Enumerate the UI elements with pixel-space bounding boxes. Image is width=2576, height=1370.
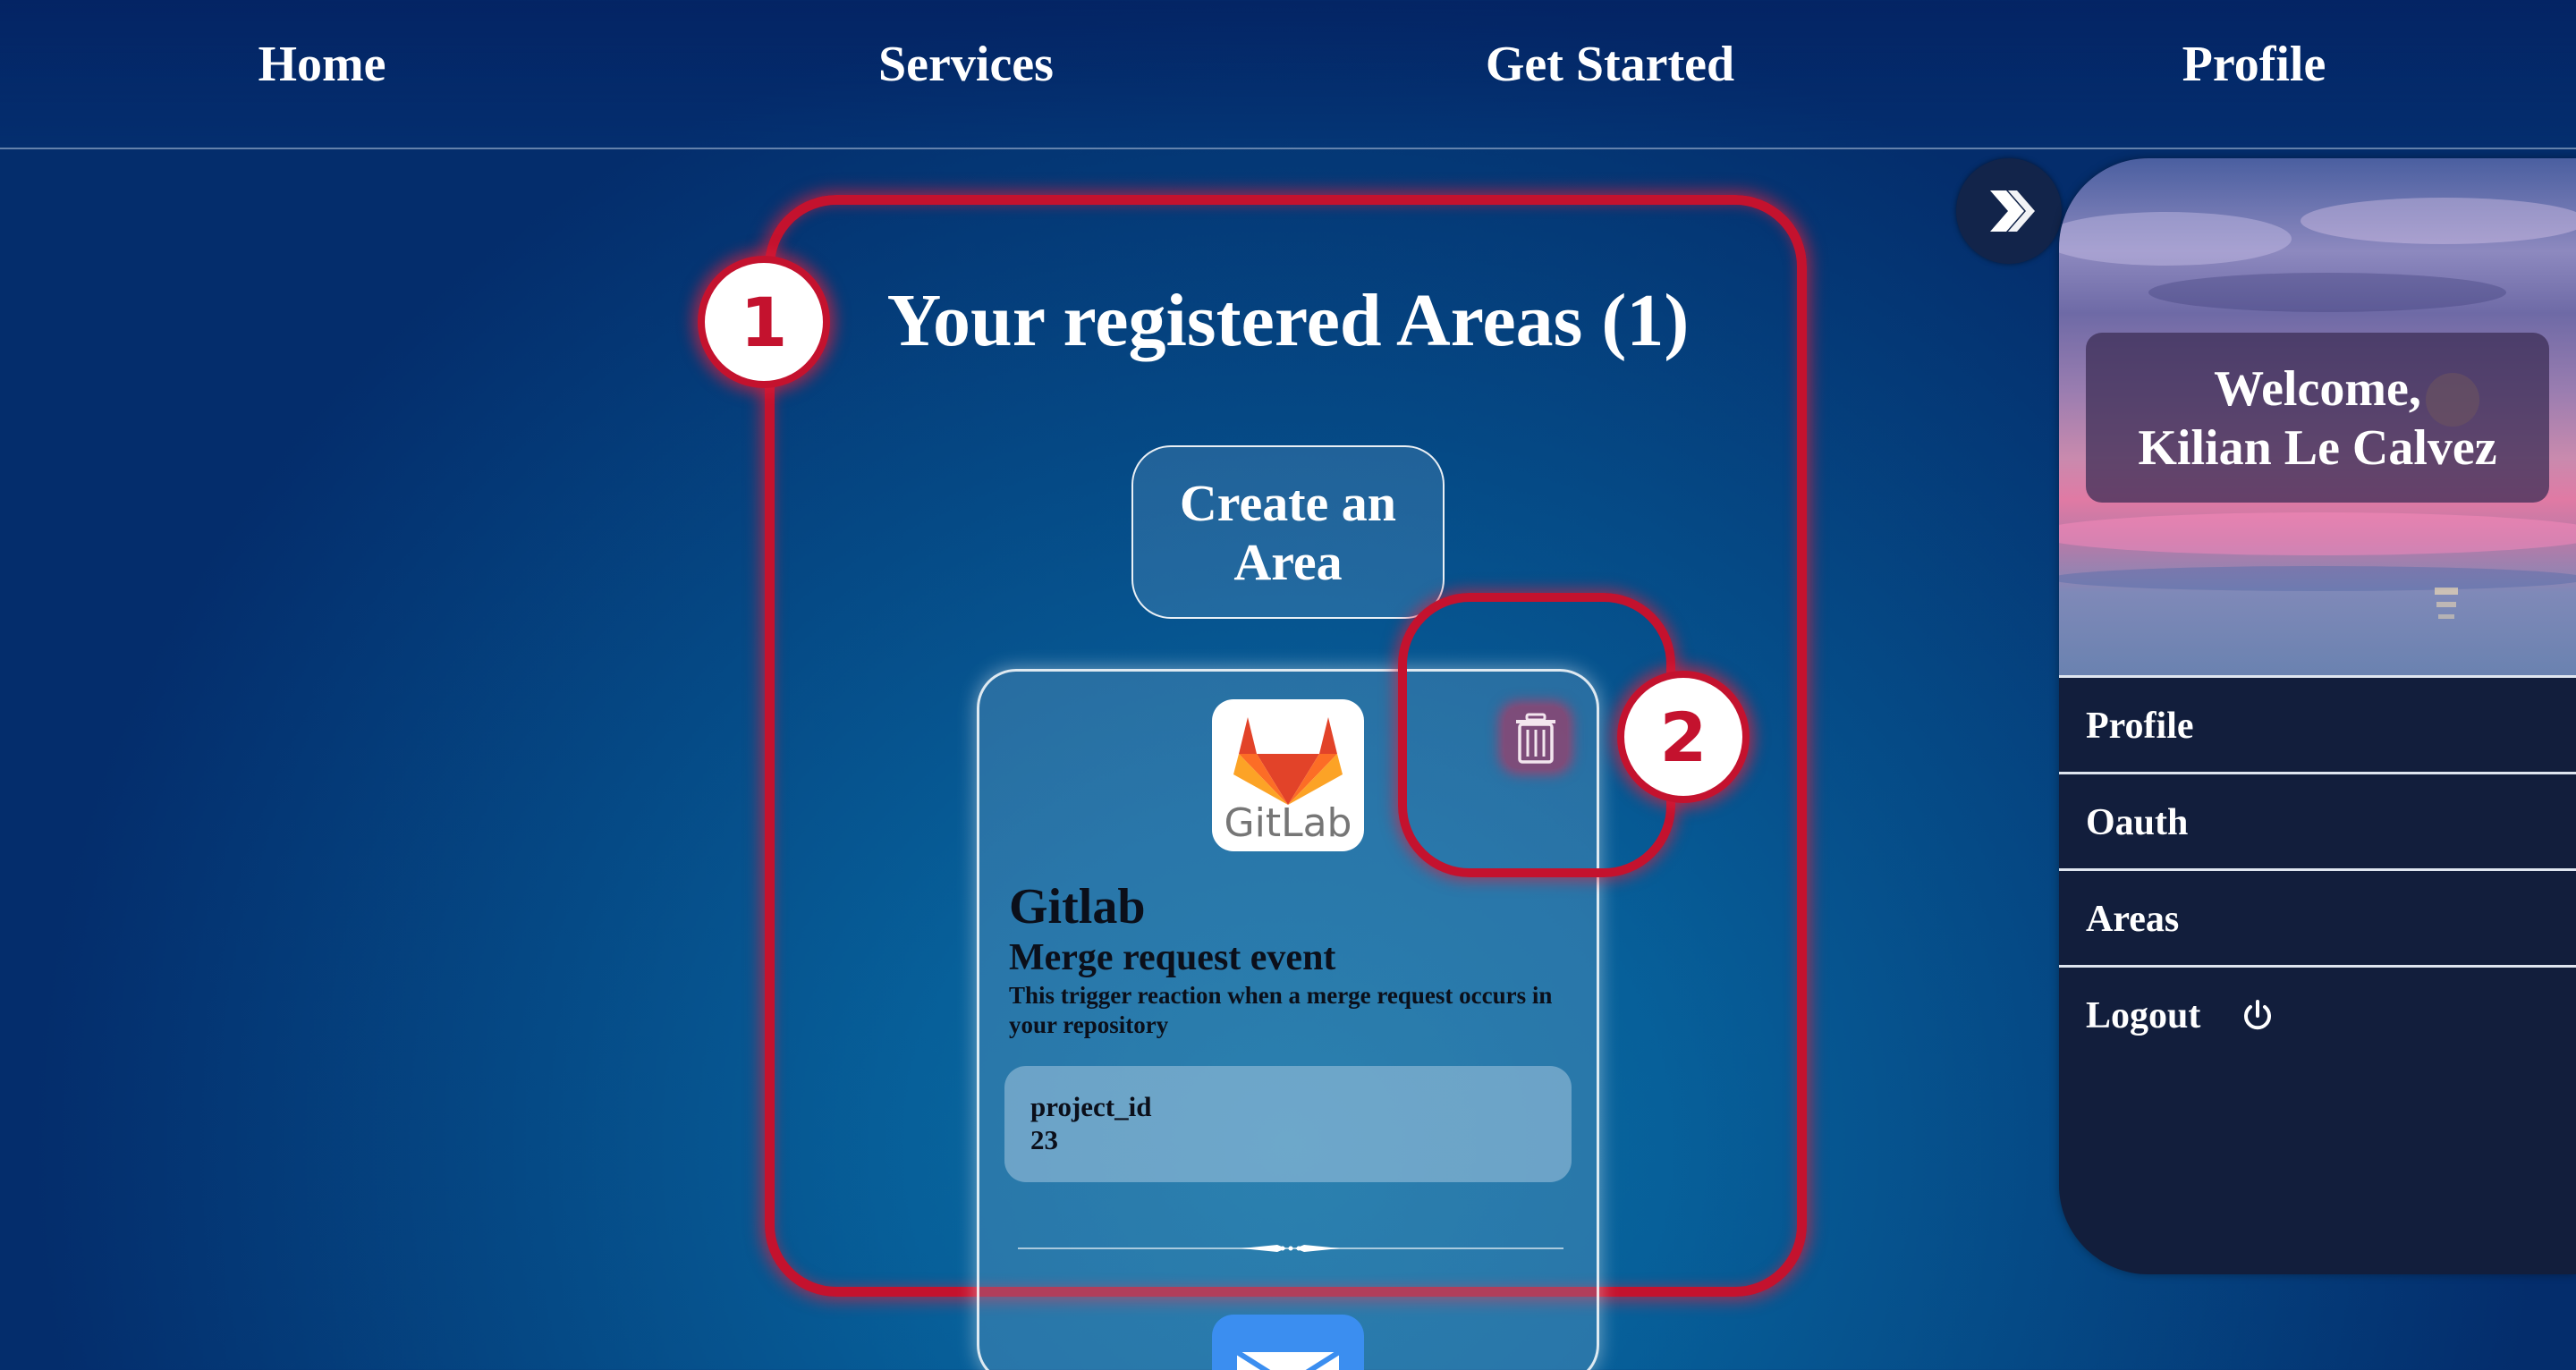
- card-event-name: Merge request event: [1009, 937, 1336, 978]
- power-icon: [2244, 1000, 2271, 1030]
- annotation-badge-2: 2: [1617, 671, 1750, 803]
- welcome-greeting: Welcome,: [2214, 361, 2421, 417]
- sidebar-toggle-button[interactable]: [1956, 158, 2062, 264]
- sidebar-item-label: Oauth: [2086, 802, 2189, 843]
- nav-home[interactable]: Home: [0, 36, 644, 93]
- sidebar-item-label: Logout: [2086, 995, 2201, 1036]
- create-area-button[interactable]: Create an Area: [1131, 445, 1445, 619]
- mail-icon: [1212, 1315, 1364, 1370]
- sidebar-item-areas[interactable]: Areas: [2059, 868, 2576, 965]
- welcome-user-name: Kilian Le Calvez: [2138, 420, 2497, 476]
- nav-profile[interactable]: Profile: [1932, 36, 2576, 93]
- card-service-name: Gitlab: [1009, 879, 1146, 934]
- nav-get-started[interactable]: Get Started: [1288, 36, 1932, 93]
- sidebar-hero-image: Welcome, Kilian Le Calvez: [2059, 158, 2576, 675]
- sidebar: Welcome, Kilian Le Calvez Profile Oauth …: [2059, 158, 2576, 1274]
- welcome-box: Welcome, Kilian Le Calvez: [2086, 333, 2549, 503]
- sidebar-item-oauth[interactable]: Oauth: [2059, 772, 2576, 868]
- card-description: This trigger reaction when a merge reque…: [1009, 982, 1553, 1038]
- top-nav: Home Services Get Started Profile: [0, 0, 2576, 149]
- param-key: project_id: [1030, 1091, 1152, 1122]
- sidebar-item-logout[interactable]: Logout: [2059, 965, 2576, 1061]
- ornament-divider: [1018, 1245, 1563, 1252]
- nav-services[interactable]: Services: [644, 36, 1288, 93]
- gitlab-icon: GitLab: [1212, 699, 1364, 851]
- param-box: [1004, 1066, 1572, 1182]
- gitlab-logo-text: GitLab: [1224, 800, 1352, 846]
- double-chevron-right-icon: [1990, 190, 2035, 232]
- param-value: 23: [1030, 1124, 1058, 1155]
- sidebar-item-label: Areas: [2086, 899, 2180, 940]
- sidebar-item-label: Profile: [2086, 706, 2194, 747]
- sidebar-item-profile[interactable]: Profile: [2059, 675, 2576, 772]
